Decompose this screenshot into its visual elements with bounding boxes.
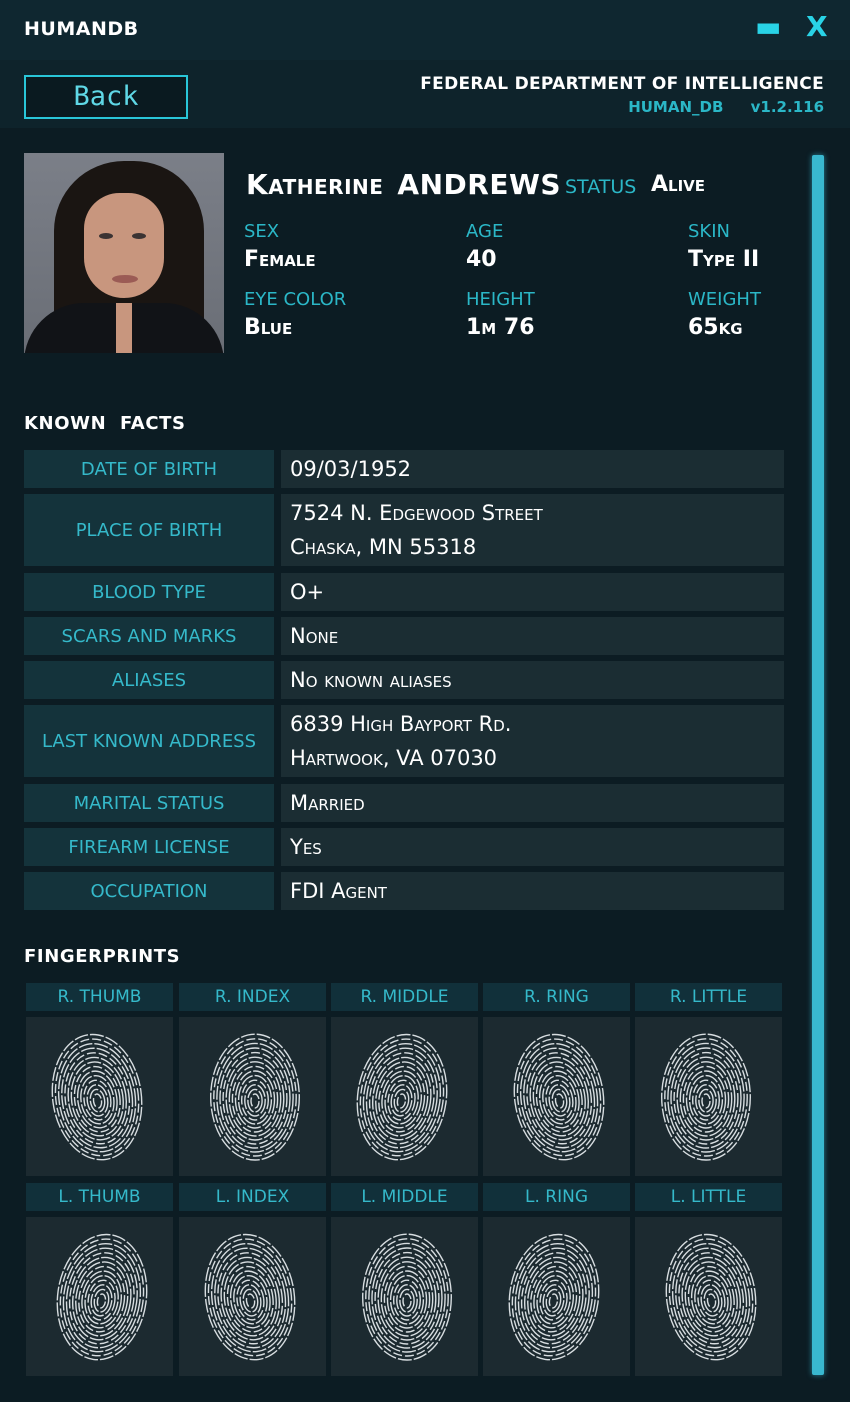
fact-label-blood-type: BLOOD TYPE (24, 573, 274, 611)
fact-label-place-of-birth: PLACE OF BIRTH (24, 494, 274, 566)
first-name: Katherine (246, 168, 384, 201)
fingerprint-icon (56, 1233, 148, 1361)
fact-label-marital-status: MARITAL STATUS (24, 784, 274, 822)
fp-label-l-ring: L. RING (483, 1183, 630, 1211)
fp-box-r-middle[interactable] (331, 1017, 478, 1176)
fp-box-l-ring[interactable] (483, 1217, 630, 1376)
fact-value-aliases: No known aliases (281, 661, 784, 699)
attr-value-age: 40 (466, 247, 497, 272)
fp-label-r-index: R. INDEX (179, 983, 326, 1011)
fingerprint-icon (356, 1033, 448, 1161)
fp-label-r-thumb: R. THUMB (26, 983, 173, 1011)
fact-label-date-of-birth: DATE OF BIRTH (24, 450, 274, 488)
fact-label-scars-and-marks: SCARS AND MARKS (24, 617, 274, 655)
fingerprint-icon (508, 1233, 600, 1361)
fact-label-occupation: OCCUPATION (24, 872, 274, 910)
fact-label-last-known-address: LAST KNOWN ADDRESS (24, 705, 274, 777)
fact-label-aliases: ALIASES (24, 661, 274, 699)
fp-label-l-index: L. INDEX (179, 1183, 326, 1211)
fp-label-l-thumb: L. THUMB (26, 1183, 173, 1211)
fingerprints-title: FINGERPRINTS (24, 946, 181, 967)
attr-label-height: HEIGHT (466, 289, 535, 310)
attr-label-age: AGE (466, 221, 504, 242)
database-info: HUMAN_DB v1.2.116 (628, 98, 824, 116)
fact-line: Married (290, 791, 365, 815)
fact-line: 7524 N. Edgewood Street (290, 501, 543, 525)
fact-value-scars-and-marks: None (281, 617, 784, 655)
fp-box-r-little[interactable] (635, 1017, 782, 1176)
fact-line: 6839 High Bayport Rd. (290, 712, 512, 736)
close-icon[interactable]: X (806, 10, 828, 44)
last-name: ANDREWS (397, 168, 562, 201)
fact-value-firearm-license: Yes (281, 828, 784, 866)
back-button[interactable]: Back (24, 75, 188, 119)
fp-label-r-middle: R. MIDDLE (331, 983, 478, 1011)
person-name: Katherine ANDREWS (246, 168, 561, 201)
fact-line: Yes (290, 835, 322, 859)
fact-line: Hartwook, VA 07030 (290, 746, 498, 770)
fingerprint-icon (661, 1033, 751, 1161)
app-title: HUMANDB (24, 18, 139, 40)
status-label: STATUS (565, 176, 637, 198)
fact-line: None (290, 624, 339, 648)
attr-label-eye-color: EYE COLOR (244, 289, 347, 310)
fp-box-r-ring[interactable] (483, 1017, 630, 1176)
fp-box-l-index[interactable] (179, 1217, 326, 1376)
fact-value-marital-status: Married (281, 784, 784, 822)
fp-label-l-middle: L. MIDDLE (331, 1183, 478, 1211)
fact-label-firearm-license: FIREARM LICENSE (24, 828, 274, 866)
fact-value-occupation: FDI Agent (281, 872, 784, 910)
fact-line: FDI Agent (290, 879, 387, 903)
attr-value-height: 1m 76 (466, 315, 535, 340)
title-bar: HUMANDB ▬ X (0, 0, 850, 60)
attr-label-skin: SKIN (688, 221, 731, 242)
header-bar: Back FEDERAL DEPARTMENT OF INTELLIGENCE … (0, 60, 850, 128)
fp-box-l-middle[interactable] (331, 1217, 478, 1376)
attr-value-sex: Female (244, 247, 316, 272)
agency-name: FEDERAL DEPARTMENT OF INTELLIGENCE (420, 74, 824, 94)
fp-label-r-ring: R. RING (483, 983, 630, 1011)
minimize-icon[interactable]: ▬ (755, 12, 781, 42)
database-name: HUMAN_DB (628, 98, 724, 116)
profile-photo (24, 153, 224, 353)
fingerprint-icon (665, 1233, 757, 1361)
attr-value-eye-color: Blue (244, 315, 293, 340)
fingerprint-icon (362, 1233, 452, 1361)
fact-value-blood-type: O+ (281, 573, 784, 611)
fact-value-last-known-address: 6839 High Bayport Rd. Hartwook, VA 07030 (281, 705, 784, 777)
fp-box-r-index[interactable] (179, 1017, 326, 1176)
fp-label-l-little: L. LITTLE (635, 1183, 782, 1211)
attr-value-weight: 65kg (688, 315, 743, 340)
fp-box-r-thumb[interactable] (26, 1017, 173, 1176)
known-facts-title: KNOWN FACTS (24, 413, 186, 434)
fact-line: 09/03/1952 (290, 457, 412, 481)
attr-label-sex: SEX (244, 221, 280, 242)
fact-line: No known aliases (290, 668, 452, 692)
fact-line: Chaska, MN 55318 (290, 535, 477, 559)
fact-value-date-of-birth: 09/03/1952 (281, 450, 784, 488)
scrollbar[interactable] (812, 155, 824, 1375)
fp-box-l-thumb[interactable] (26, 1217, 173, 1376)
fact-value-place-of-birth: 7524 N. Edgewood Street Chaska, MN 55318 (281, 494, 784, 566)
fp-label-r-little: R. LITTLE (635, 983, 782, 1011)
fingerprint-icon (204, 1233, 296, 1361)
attr-label-weight: WEIGHT (688, 289, 761, 310)
fp-box-l-little[interactable] (635, 1217, 782, 1376)
version-label: v1.2.116 (750, 98, 824, 116)
fact-line: O+ (290, 580, 325, 604)
fingerprint-icon (513, 1033, 605, 1161)
fingerprint-icon (210, 1033, 300, 1161)
status-value: Alive (651, 172, 706, 197)
fingerprint-icon (51, 1033, 143, 1161)
attr-value-skin: Type II (688, 247, 760, 272)
